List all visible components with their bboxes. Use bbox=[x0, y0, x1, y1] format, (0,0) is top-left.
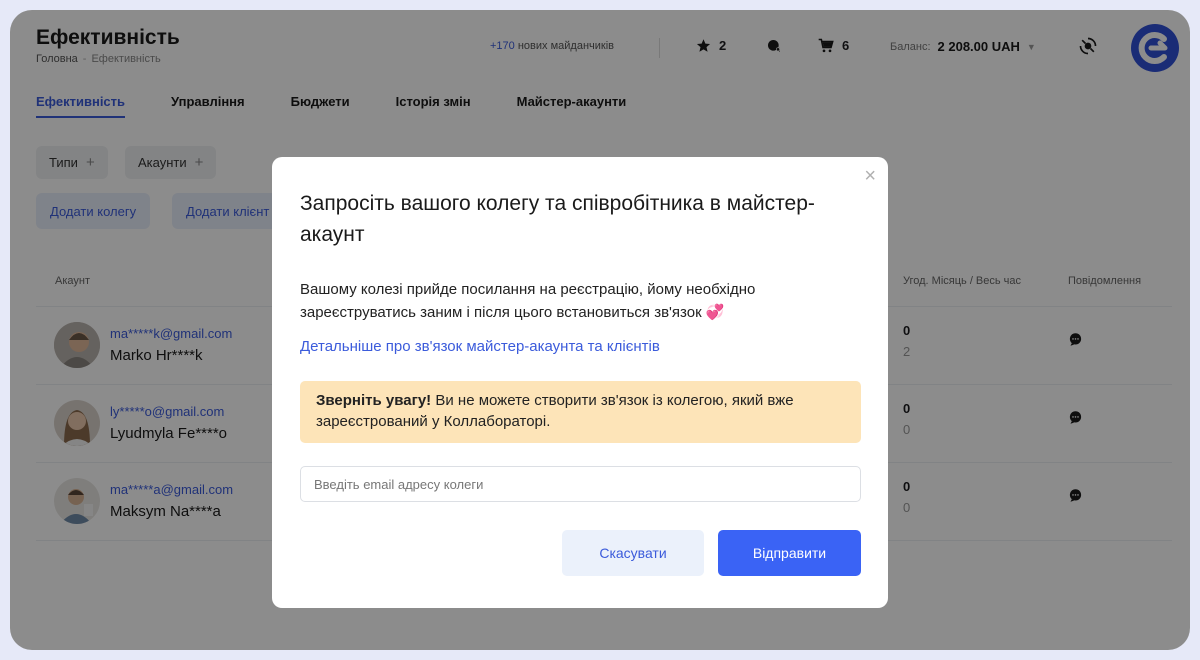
colleague-email-input[interactable] bbox=[300, 466, 861, 502]
close-icon[interactable]: × bbox=[864, 166, 876, 186]
modal-description: Вашому колезі прийде посилання на реєстр… bbox=[300, 281, 756, 321]
invite-colleague-modal: × Запросіть вашого колегу та співробітни… bbox=[272, 157, 888, 608]
cancel-button[interactable]: Скасувати bbox=[562, 530, 704, 576]
warning-box: Зверніть увагу! Ви не можете створити зв… bbox=[300, 381, 861, 443]
learn-more-link[interactable]: Детальніше про зв'язок майстер-акаунта т… bbox=[300, 338, 660, 355]
send-button[interactable]: Відправити bbox=[718, 530, 861, 576]
app-frame: Ефективність Головна - Ефективність +170 н… bbox=[10, 10, 1190, 650]
warning-title: Зверніть увагу! bbox=[316, 392, 432, 409]
modal-title: Запросіть вашого колегу та співробітника… bbox=[300, 192, 815, 246]
